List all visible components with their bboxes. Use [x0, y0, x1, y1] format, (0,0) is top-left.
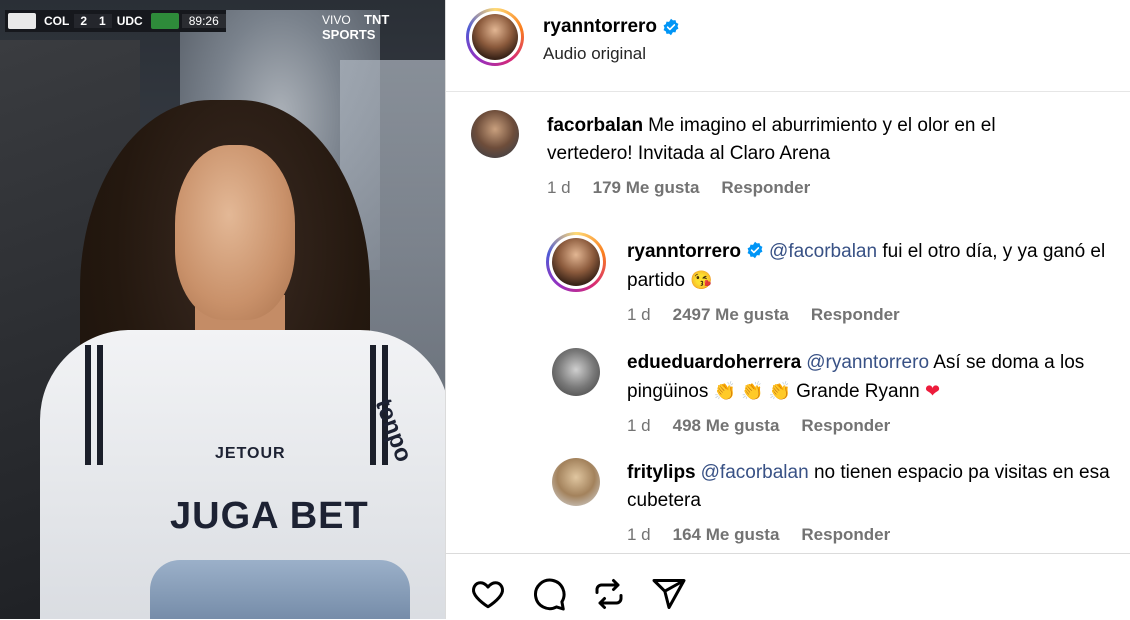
- repost-icon[interactable]: [591, 576, 627, 612]
- away-score: 1: [93, 14, 112, 28]
- comment-likes[interactable]: 2497 Me gusta: [673, 305, 789, 325]
- comment-text: fritylips @facorbalan no tienen espacio p…: [627, 459, 1127, 515]
- commenter-avatar[interactable]: [552, 348, 600, 396]
- comment-username[interactable]: facorbalan: [547, 115, 643, 136]
- comment-username[interactable]: ryanntorrero: [627, 241, 741, 262]
- author-avatar[interactable]: [466, 8, 524, 66]
- reply-ryanntorrero: ryanntorrero @facorbalan fui el otro día,…: [627, 238, 1127, 325]
- jersey-sponsor: JUGA BET: [170, 495, 369, 537]
- commenter-avatar[interactable]: [471, 110, 519, 158]
- team-crest-icon: [8, 13, 36, 29]
- live-label: VIVO: [322, 13, 351, 27]
- verified-badge-icon: [663, 18, 679, 36]
- comment-time[interactable]: 1 d: [547, 178, 571, 198]
- comment-body-end: Grande Ryann: [796, 381, 920, 402]
- reply-button[interactable]: Responder: [801, 416, 890, 436]
- comment-text: facorbalan Me imagino el aburrimiento y e…: [547, 112, 1067, 168]
- home-score: 2: [74, 14, 94, 28]
- author-username[interactable]: ryanntorrero: [543, 16, 657, 38]
- reply-edueduardoherrera: edueduardoherrera @ryanntorrero Así se do…: [627, 349, 1127, 436]
- comment-meta: 1 d 179 Me gusta Responder: [547, 178, 1067, 198]
- post-header: ryanntorrero Audio original: [446, 0, 1130, 92]
- mention-link[interactable]: @facorbalan: [769, 241, 877, 262]
- jersey-stripe: [97, 345, 103, 465]
- verified-badge-icon: [747, 241, 763, 259]
- photo-subject-face: [175, 145, 295, 320]
- comment-likes[interactable]: 498 Me gusta: [673, 416, 780, 436]
- jersey-stripe: [85, 345, 91, 465]
- comment-likes[interactable]: 164 Me gusta: [673, 525, 780, 545]
- comment-username[interactable]: fritylips: [627, 462, 696, 483]
- comment-username[interactable]: edueduardoherrera: [627, 352, 801, 373]
- like-heart-icon[interactable]: [470, 576, 506, 612]
- reply-button[interactable]: Responder: [801, 525, 890, 545]
- mention-link[interactable]: @facorbalan: [701, 462, 809, 483]
- audio-label[interactable]: Audio original: [543, 44, 646, 64]
- away-team: UDC: [116, 14, 143, 28]
- comment-time[interactable]: 1 d: [627, 416, 651, 436]
- share-send-icon[interactable]: [651, 576, 687, 612]
- post-details-panel: ryanntorrero Audio original facorbalan Me…: [445, 0, 1130, 619]
- home-team: COL: [44, 14, 70, 28]
- comment-time[interactable]: 1 d: [627, 305, 651, 325]
- reply-fritylips: fritylips @facorbalan no tienen espacio p…: [627, 459, 1127, 545]
- scoreboard: COL 2 1 UDC 89:26: [5, 10, 226, 32]
- heart-emoji: ❤: [925, 381, 941, 401]
- comment-meta: 1 d 164 Me gusta Responder: [627, 525, 1127, 545]
- comment-bubble-icon[interactable]: [531, 576, 567, 612]
- broadcaster-label: VIVO TNT SPORTS: [322, 12, 445, 42]
- comment-meta: 1 d 2497 Me gusta Responder: [627, 305, 1127, 325]
- clap-emoji: 👏 👏 👏: [713, 381, 791, 401]
- jersey-sponsor-secondary: JETOUR: [215, 445, 286, 462]
- photo-subject-jeans: [150, 560, 410, 619]
- comment-meta: 1 d 498 Me gusta Responder: [627, 416, 1127, 436]
- author-username-row: ryanntorrero: [543, 16, 680, 38]
- team-crest-icon: [150, 13, 179, 29]
- commenter-avatar[interactable]: [552, 458, 600, 506]
- mention-link[interactable]: @ryanntorrero: [806, 352, 929, 373]
- commenter-avatar[interactable]: [546, 232, 606, 292]
- post-actions-bar: [446, 553, 1130, 620]
- comment-likes[interactable]: 179 Me gusta: [593, 178, 700, 198]
- reply-button[interactable]: Responder: [811, 305, 900, 325]
- comment-body: no tienen espacio pa visitas en esa cube…: [627, 462, 1110, 511]
- avatar-image: [472, 14, 518, 60]
- reply-button[interactable]: Responder: [721, 178, 810, 198]
- kiss-emoji: 😘: [690, 270, 713, 290]
- comment-text: edueduardoherrera @ryanntorrero Así se do…: [627, 349, 1127, 406]
- post-media[interactable]: JETOUR JUGA BET tenpo COL 2 1 UDC 89:26 …: [0, 0, 445, 619]
- comment-text: ryanntorrero @facorbalan fui el otro día,…: [627, 238, 1127, 295]
- avatar-image: [552, 238, 600, 286]
- match-clock: 89:26: [181, 14, 226, 28]
- comment-time[interactable]: 1 d: [627, 525, 651, 545]
- comment-facorbalan: facorbalan Me imagino el aburrimiento y e…: [547, 112, 1067, 198]
